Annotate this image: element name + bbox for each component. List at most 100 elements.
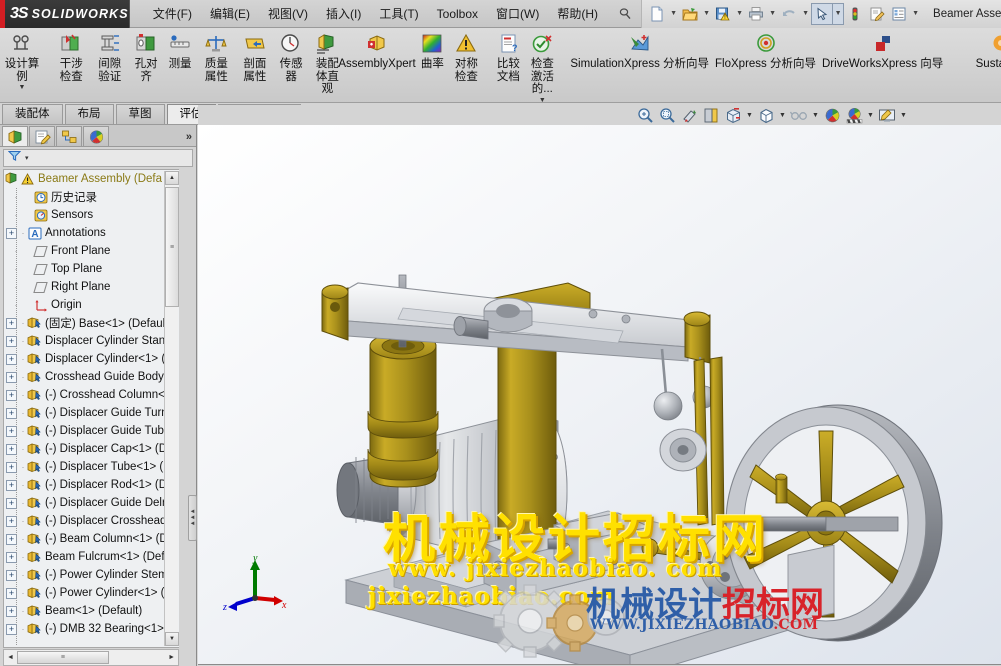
property-manager-tab[interactable] (29, 126, 55, 146)
panel-expand-chevron-icon[interactable]: » (186, 128, 196, 146)
select-caret-icon[interactable]: ▼ (833, 2, 845, 25)
tree-item-displacer-guide-turn[interactable]: + · (-) Displacer Guide Turn (4, 404, 179, 422)
tree-hscrollbar-thumb[interactable]: ≡ (16, 651, 109, 664)
display-style-button[interactable] (755, 106, 777, 125)
tree-item-top-plane[interactable]: · Top Plane (4, 260, 179, 278)
tree-horizontal-scrollbar[interactable]: ◄ ≡ ► (3, 649, 179, 666)
menu-toolbox[interactable]: Toolbox (428, 3, 487, 25)
view-orientation-button[interactable] (722, 106, 744, 125)
print-button[interactable] (745, 3, 767, 25)
tree-item-origin[interactable]: · Origin (4, 296, 179, 314)
scroll-right-arrow-icon[interactable]: ► (165, 654, 178, 661)
tree-item-displacer-guide-tube[interactable]: + · (-) Displacer Guide Tube (4, 422, 179, 440)
hide-show-items-caret-icon[interactable]: ▼ (810, 106, 821, 125)
symmetry-check-button[interactable]: 对称检查 (449, 28, 483, 83)
tree-item-beam[interactable]: + · Beam<1> (Default) (4, 602, 179, 620)
select-button[interactable] (811, 2, 834, 25)
graphics-viewport[interactable]: 机械设计招标网 www. jixiezhaobiao. com jixiezha… (198, 125, 1001, 666)
mass-properties-button[interactable]: 质量属性 (197, 28, 236, 83)
floxpress-wizard-button[interactable]: FloXpress 分析向导 (712, 28, 819, 71)
new-document-caret-icon[interactable]: ▼ (668, 3, 679, 25)
curvature-button[interactable]: 曲率 (415, 28, 449, 71)
tree-item-dmb-32-bearing[interactable]: + · (-) DMB 32 Bearing<1> (4, 620, 179, 638)
view-orientation-caret-icon[interactable]: ▼ (744, 106, 755, 125)
rebuild-button[interactable] (844, 3, 866, 25)
tree-item-base[interactable]: + · (固定) Base<1> (Default (4, 314, 179, 332)
previous-view-button[interactable] (678, 106, 700, 125)
menu-window[interactable]: 窗口(W) (487, 1, 548, 26)
tree-item-power-cylinder[interactable]: + · (-) Power Cylinder<1> (I (4, 584, 179, 602)
options-button[interactable] (866, 3, 888, 25)
tree-item-displacer-tube[interactable]: + · (-) Displacer Tube<1> (I (4, 458, 179, 476)
save-document-caret-icon[interactable]: ▼ (734, 3, 745, 25)
panel-splitter-handle[interactable]: ◄ ◄ ◄ (188, 495, 197, 541)
tree-item-sensors[interactable]: · Sensors (4, 206, 179, 224)
filter-caret-icon[interactable]: ▾ (25, 154, 29, 162)
tree-scrollbar-thumb[interactable]: ≡ (165, 187, 179, 307)
tab-sketch[interactable]: 草图 (115, 104, 165, 124)
hide-show-items-button[interactable] (788, 106, 810, 125)
tree-item-displacer-guide-delrin[interactable]: + · (-) Displacer Guide Delri (4, 494, 179, 512)
open-document-caret-icon[interactable]: ▼ (701, 3, 712, 25)
tab-layout[interactable]: 布局 (64, 104, 114, 124)
interference-detection-button[interactable]: 干涉检查 (52, 28, 91, 83)
menu-help[interactable]: 帮助(H) (548, 1, 607, 26)
tree-item-right-plane[interactable]: · Right Plane (4, 278, 179, 296)
tree-vertical-scrollbar[interactable]: ▲ ≡ ▼ (164, 171, 179, 646)
tree-item-power-cylinder-stem[interactable]: + · (-) Power Cylinder Stem (4, 566, 179, 584)
print-caret-icon[interactable]: ▼ (767, 3, 778, 25)
measure-button[interactable]: 测量 (163, 28, 197, 71)
section-view-button[interactable] (700, 106, 722, 125)
sustainability-button[interactable]: Sustainab (968, 28, 1001, 71)
tree-item-crosshead-column[interactable]: + · (-) Crosshead Column<1 (4, 386, 179, 404)
tree-root-beamer-assembly[interactable]: Beamer Assembly (Defa (4, 170, 179, 188)
tree-item-displacer-crosshead[interactable]: + · (-) Displacer Crosshead (4, 512, 179, 530)
tree-item-displacer-rod[interactable]: + · (-) Displacer Rod<1> (D (4, 476, 179, 494)
zoom-to-fit-button[interactable] (634, 106, 656, 125)
menu-edit[interactable]: 编辑(E) (201, 1, 259, 26)
tree-item-beam-column[interactable]: + · (-) Beam Column<1> (D (4, 530, 179, 548)
simulationxpress-wizard-button[interactable]: SimulationXpress 分析向导 (567, 28, 712, 71)
menu-insert[interactable]: 插入(I) (317, 1, 370, 26)
feature-tree[interactable]: Beamer Assembly (Defa · 历史记录 · Sensors +… (3, 169, 179, 648)
driveworksxpress-wizard-button[interactable]: DriveWorksXpress 向导 (819, 28, 946, 71)
menu-file[interactable]: 文件(F) (144, 1, 201, 26)
customize-caret-icon[interactable]: ▼ (910, 3, 921, 25)
tree-item-displacer-cap[interactable]: + · (-) Displacer Cap<1> (D (4, 440, 179, 458)
apply-scene-button[interactable] (843, 106, 865, 125)
customize-button[interactable] (888, 3, 910, 25)
scroll-left-arrow-icon[interactable]: ◄ (4, 654, 17, 661)
new-document-button[interactable] (646, 3, 668, 25)
view-settings-button[interactable] (876, 106, 898, 125)
tree-item-front-plane[interactable]: · Front Plane (4, 242, 179, 260)
sensor-button[interactable]: 传感器 (274, 28, 308, 83)
scroll-down-arrow-icon[interactable]: ▼ (165, 632, 179, 646)
design-study-button[interactable]: 设计算例 ▼ (0, 28, 44, 92)
zoom-to-area-button[interactable] (656, 106, 678, 125)
save-document-button[interactable]: ! (712, 3, 734, 25)
clearance-verification-button[interactable]: 间隙验证 (91, 28, 130, 83)
feature-tree-filter[interactable]: ▾ (3, 149, 193, 167)
display-manager-tab[interactable] (83, 126, 109, 146)
apply-scene-caret-icon[interactable]: ▼ (865, 106, 876, 125)
tab-assembly[interactable]: 装配体 (2, 104, 63, 124)
view-settings-caret-icon[interactable]: ▼ (898, 106, 909, 125)
scroll-up-arrow-icon[interactable]: ▲ (165, 171, 179, 185)
configuration-manager-tab[interactable] (56, 126, 82, 146)
tree-item-beam-fulcrum[interactable]: + · Beam Fulcrum<1> (Defa (4, 548, 179, 566)
menu-tools[interactable]: 工具(T) (370, 1, 427, 26)
compare-documents-button[interactable]: ? 比较文档 (491, 28, 525, 83)
feature-manager-tab[interactable] (2, 126, 28, 146)
section-properties-button[interactable]: 剖面属性 (236, 28, 275, 83)
display-style-caret-icon[interactable]: ▼ (777, 106, 788, 125)
edit-appearance-button[interactable] (821, 106, 843, 125)
tree-item-crosshead-guide-body[interactable]: + · Crosshead Guide Body< (4, 368, 179, 386)
undo-button[interactable] (778, 3, 800, 25)
tree-item-displacer-cylinder-stand[interactable]: + · Displacer Cylinder Stand (4, 332, 179, 350)
pushpin-icon[interactable] (615, 4, 635, 24)
tree-item-annotations[interactable]: + · A Annotations (4, 224, 179, 242)
assembly-xpert-button[interactable]: AssemblyXpert (338, 28, 416, 71)
design-study-caret-icon[interactable]: ▼ (19, 84, 26, 92)
menu-view[interactable]: 视图(V) (259, 1, 317, 26)
hole-alignment-button[interactable]: 孔对齐 (129, 28, 163, 83)
